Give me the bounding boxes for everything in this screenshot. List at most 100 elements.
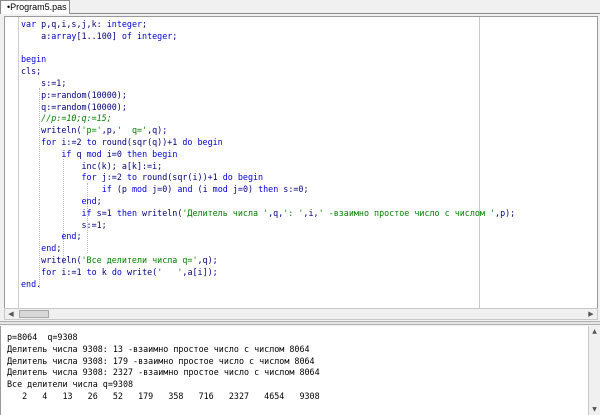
code-token: i:=2 (56, 136, 87, 147)
scroll-thumb[interactable] (19, 310, 49, 318)
code-line: cls; (21, 66, 515, 78)
keyword-token: end (61, 231, 77, 242)
code-token: round(sqr(i))+1 (137, 172, 223, 183)
code-line: end; (21, 243, 515, 255)
code-token: . (36, 278, 42, 289)
string-token: 'Делитель числа ' (182, 207, 269, 218)
code-token: cls; (21, 66, 42, 77)
code-token: writeln( (21, 254, 82, 265)
code-token: ; (172, 30, 178, 41)
code-line: s:=1; (21, 78, 515, 90)
scroll-left-icon[interactable]: ◀ (5, 309, 17, 319)
string-token: 'p=' (81, 125, 102, 136)
code-token: ,i, (303, 207, 319, 218)
code-token: round(sqr(q))+1 (96, 136, 183, 147)
code-token: ,p, (101, 125, 117, 136)
code-text[interactable]: var p,q,i,s,j,k: integer; a:array[1..100… (21, 19, 515, 290)
comment-token: //p:=10;q:=15; (21, 113, 112, 124)
tab-strip: •Program5.pas (0, 0, 600, 14)
code-token: [1..100] (76, 30, 122, 41)
code-token: ; (56, 243, 62, 254)
code-token: ,q); (197, 254, 218, 265)
code-line: end; (21, 231, 515, 243)
output-pane[interactable]: p=8064 q=9308 Делитель числа 9308: 13 -вз… (0, 326, 600, 415)
code-line: for i:=1 to k do write(' ',a[i]); (21, 267, 515, 279)
keyword-token: do begin (222, 172, 264, 183)
string-token: ' -взаимно простое число с числом ' (318, 207, 496, 218)
code-line: q:=random(10000); (21, 102, 515, 114)
scroll-down-icon[interactable]: ▼ (589, 404, 600, 415)
keyword-token: integer (106, 19, 143, 29)
code-editor[interactable]: var p,q,i,s,j,k: integer; a:array[1..100… (4, 16, 598, 316)
string-token: 'Все делители числа q=' (81, 254, 198, 265)
code-token: s:=1; (21, 77, 67, 88)
code-line: if q mod i=0 then begin (21, 149, 515, 161)
keyword-token: begin (21, 54, 47, 65)
code-token: ,q, (268, 207, 284, 218)
code-token: a: (21, 30, 52, 41)
keyword-token: if (61, 148, 72, 159)
code-line: for i:=2 to round(sqr(q))+1 do begin (21, 137, 515, 149)
keyword-token: if (101, 184, 112, 195)
keyword-token: for (81, 172, 97, 183)
keyword-token: mod (131, 184, 148, 195)
code-token: i=0 (101, 148, 127, 159)
code-token: i:=1 (56, 266, 87, 277)
code-line: if s=1 then writeln('Делитель числа ',q,… (21, 207, 516, 220)
keyword-token: end (21, 278, 37, 289)
keyword-token: var (21, 19, 37, 29)
code-token: ,a[i]); (182, 266, 218, 277)
code-token: ; (96, 195, 102, 206)
keyword-token: end (41, 243, 57, 254)
code-token: j=0) (227, 184, 259, 195)
code-line: var p,q,i,s,j,k: integer; (21, 19, 515, 31)
editor-horizontal-scrollbar[interactable]: ◀ ▶ (4, 308, 598, 320)
string-token: ': ' (283, 207, 304, 218)
code-line: p:=random(10000); (21, 90, 515, 102)
code-line: end. (21, 279, 515, 291)
scroll-up-icon[interactable]: ▲ (589, 326, 600, 337)
code-line: s:=1; (21, 220, 515, 232)
code-token: p:=random(10000); (21, 89, 127, 100)
keyword-token: to (86, 266, 97, 277)
code-token: ; (142, 19, 148, 29)
keyword-token: if (81, 207, 92, 218)
code-token: ; (76, 231, 82, 242)
keyword-token: mod (86, 148, 102, 159)
code-token: j:=2 (96, 172, 127, 183)
output-line: Делитель числа 9308: 13 -взаимно простое… (7, 343, 310, 354)
output-line: Делитель числа 9308: 179 -взаимно просто… (7, 355, 315, 366)
code-token: inc(k); a[k]:=i; (21, 160, 163, 171)
keyword-token: to (126, 172, 138, 183)
output-line: 2 4 13 26 52 179 358 716 2327 4654 9308 (7, 390, 320, 401)
keyword-token: then begin (126, 148, 178, 159)
code-token: s=1 (91, 207, 117, 218)
code-token: q:=random(10000); (21, 101, 127, 112)
pane-splitter[interactable] (0, 321, 600, 325)
keyword-token: for (41, 266, 57, 277)
code-token: write( (121, 266, 158, 277)
code-token: (p (111, 184, 132, 195)
code-line: for j:=2 to round(sqr(i))+1 do begin (21, 172, 515, 184)
keyword-token: to (86, 136, 97, 147)
output-vertical-scrollbar[interactable]: ▲ ▼ (588, 326, 600, 415)
output-line: Все делители числа q=9308 (7, 379, 134, 390)
scroll-right-icon[interactable]: ▶ (585, 309, 597, 319)
keyword-token: then (258, 184, 279, 195)
code-line: writeln('Все делители числа q=',q); (21, 255, 515, 267)
code-line: end; (21, 196, 515, 208)
output-line: Делитель числа 9308: 2327 -взаимно прост… (7, 367, 320, 378)
string-token: ' q=' (116, 125, 148, 136)
output-line: p=8064 q=9308 (7, 332, 78, 342)
keyword-token: and (177, 184, 193, 195)
tab-program5[interactable]: •Program5.pas (0, 0, 70, 14)
keyword-token: then (116, 207, 137, 218)
code-line: writeln('p=',p,' q=',q); (21, 125, 515, 137)
keyword-token: array (51, 30, 77, 41)
